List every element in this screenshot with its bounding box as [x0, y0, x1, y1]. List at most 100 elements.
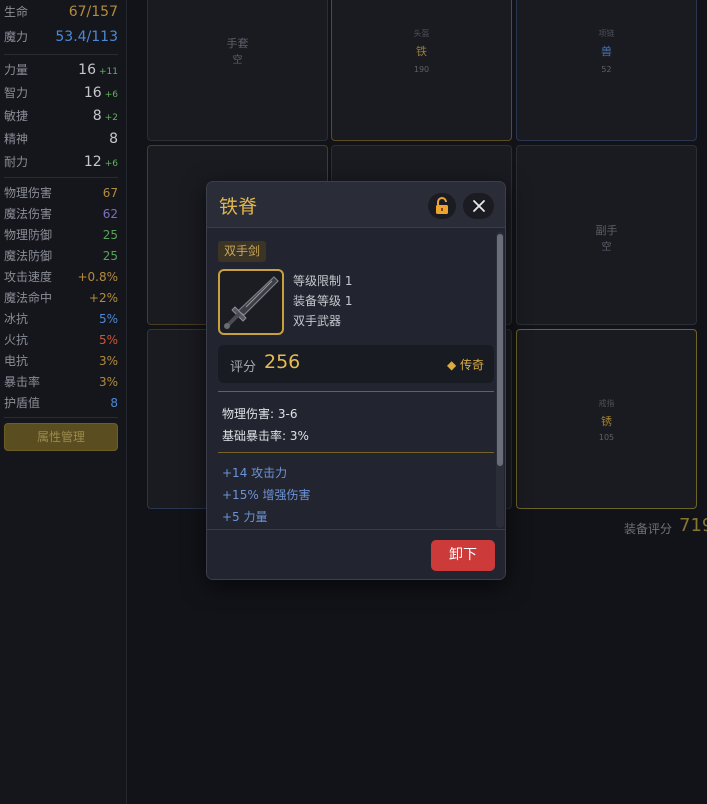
stat-row-primary: 力量 16 +11: [4, 60, 118, 80]
stat-label: 耐力: [4, 155, 29, 169]
lock-toggle-button[interactable]: [428, 193, 456, 219]
scrollbar-thumb[interactable]: [497, 234, 503, 466]
stat-value: 3%: [98, 354, 118, 368]
affix-line: +15% 增强伤害: [222, 488, 311, 502]
item-title: 铁脊: [219, 196, 258, 218]
stat-label: 精神: [4, 132, 29, 146]
slot-caption: 项链: [598, 29, 615, 38]
stat-value: 16: [83, 85, 102, 101]
stat-value: +2%: [88, 291, 118, 305]
stat-value: 5%: [98, 312, 118, 326]
slot-item-name: 兽: [601, 45, 612, 58]
stat-label: 护盾值: [4, 396, 41, 410]
greatsword-icon: [222, 273, 280, 331]
stat-bonus: +6: [104, 159, 118, 169]
slot-caption: 头盔: [413, 29, 430, 38]
stat-row-secondary: 物理防御 25: [4, 225, 118, 245]
stat-label: 敏捷: [4, 109, 29, 123]
stat-row-secondary: 护盾值 8: [4, 393, 118, 413]
stat-label: 物理伤害: [4, 186, 53, 200]
stat-row-primary: 耐力 12 +6: [4, 152, 118, 172]
stat-row-secondary: 魔法伤害 62: [4, 204, 118, 224]
score-value: 256: [264, 351, 301, 373]
stat-value: 25: [102, 228, 118, 242]
item-type-badge: 双手剑: [218, 241, 267, 262]
score-label: 评分: [230, 360, 257, 375]
stat-row-secondary: 暴击率 3%: [4, 372, 118, 392]
modal-scrollbar[interactable]: [496, 232, 504, 528]
stat-bonus: +2: [104, 113, 118, 123]
stat-row-secondary: 魔法命中 +2%: [4, 288, 118, 308]
base-stat-line: 基础暴击率: 3%: [222, 429, 309, 443]
divider: [4, 177, 118, 178]
stat-value: 53.4/113: [55, 29, 118, 45]
item-score-bar: 评分 256 ◆ 传奇: [218, 345, 494, 383]
unlocked-padlock-icon: [434, 197, 450, 215]
stat-label: 魔法防御: [4, 249, 53, 263]
item-level: 装备等级 1: [293, 294, 353, 308]
stat-label: 魔法伤害: [4, 207, 53, 221]
stat-row-primary: 敏捷 8 +2: [4, 106, 118, 126]
level-requirement: 等级限制 1: [293, 274, 353, 288]
stat-row-secondary: 火抗 5%: [4, 330, 118, 350]
slot-ring[interactable]: 戒指 锈 105: [516, 329, 697, 509]
stat-label: 火抗: [4, 333, 29, 347]
slot-item-score: 190: [413, 65, 430, 74]
divider: [218, 452, 494, 453]
stat-value: 62: [102, 207, 118, 221]
close-icon: [471, 198, 487, 214]
stat-label: 生命: [4, 5, 29, 19]
equipment-score-label: 装备评分: [624, 522, 673, 536]
slot-item-name: 铁: [416, 45, 427, 58]
stat-row-hp: 生命 67/157: [4, 2, 118, 22]
affix-line: +5 力量: [222, 510, 268, 524]
stat-value: 16: [78, 62, 96, 78]
stat-value: 8: [92, 108, 102, 124]
stat-value: +0.8%: [77, 270, 118, 284]
base-stat-line: 物理伤害: 3-6: [222, 407, 298, 421]
slot-gloves[interactable]: 手套 空: [147, 0, 328, 141]
slot-caption: 戒指: [598, 399, 615, 408]
stat-value: 67: [102, 186, 118, 200]
stat-value: 8: [110, 396, 118, 410]
slot-necklace[interactable]: 项链 兽 52: [516, 0, 697, 141]
stat-label: 魔法命中: [4, 291, 53, 305]
modal-header: 铁脊: [207, 182, 505, 228]
divider: [4, 417, 118, 418]
item-category: 双手武器: [293, 314, 342, 328]
stat-bonus: +11: [99, 67, 118, 77]
equipment-score-value: 719: [679, 515, 707, 536]
modal-footer: 卸下: [207, 529, 505, 579]
stat-label: 冰抗: [4, 312, 29, 326]
stat-bonus: +6: [104, 90, 118, 100]
slot-name: 副手: [595, 224, 618, 237]
unequip-button[interactable]: 卸下: [431, 540, 495, 571]
item-detail-modal: 铁脊 双手剑 等级限制 1 装备等级 1 双手武器 评分 256 ◆ 传奇 物理…: [206, 181, 506, 580]
stat-row-secondary: 冰抗 5%: [4, 309, 118, 329]
divider: [218, 391, 494, 392]
stat-value: 12: [83, 154, 102, 170]
slot-helmet[interactable]: 头盔 铁 190: [331, 0, 512, 141]
stat-label: 魔力: [4, 30, 29, 44]
stat-value: 3%: [98, 375, 118, 389]
stat-label: 智力: [4, 86, 29, 100]
item-icon-frame: [218, 269, 284, 335]
close-button[interactable]: [463, 193, 494, 219]
stat-value: 25: [102, 249, 118, 263]
stat-label: 攻击速度: [4, 270, 53, 284]
attribute-management-button[interactable]: 属性管理: [4, 423, 118, 451]
stat-label: 物理防御: [4, 228, 53, 242]
slot-item-score: 52: [601, 65, 612, 74]
stat-row-secondary: 攻击速度 +0.8%: [4, 267, 118, 287]
affix-line: +14 攻击力: [222, 466, 288, 480]
game-screen: 生命 67/157 魔力 53.4/113 力量 16 +11 智力 16 +6 敏…: [0, 0, 707, 804]
slot-empty-label: 空: [232, 55, 243, 66]
character-stats-panel: 生命 67/157 魔力 53.4/113 力量 16 +11 智力 16 +6 敏…: [0, 0, 127, 804]
slot-name: 手套: [226, 37, 249, 50]
stat-value: 67/157: [68, 4, 118, 20]
stat-label: 暴击率: [4, 375, 41, 389]
slot-item-name: 锈: [601, 415, 612, 428]
divider: [4, 54, 118, 55]
slot-offhand[interactable]: 副手 空: [516, 145, 697, 325]
slot-item-score: 105: [598, 433, 615, 442]
